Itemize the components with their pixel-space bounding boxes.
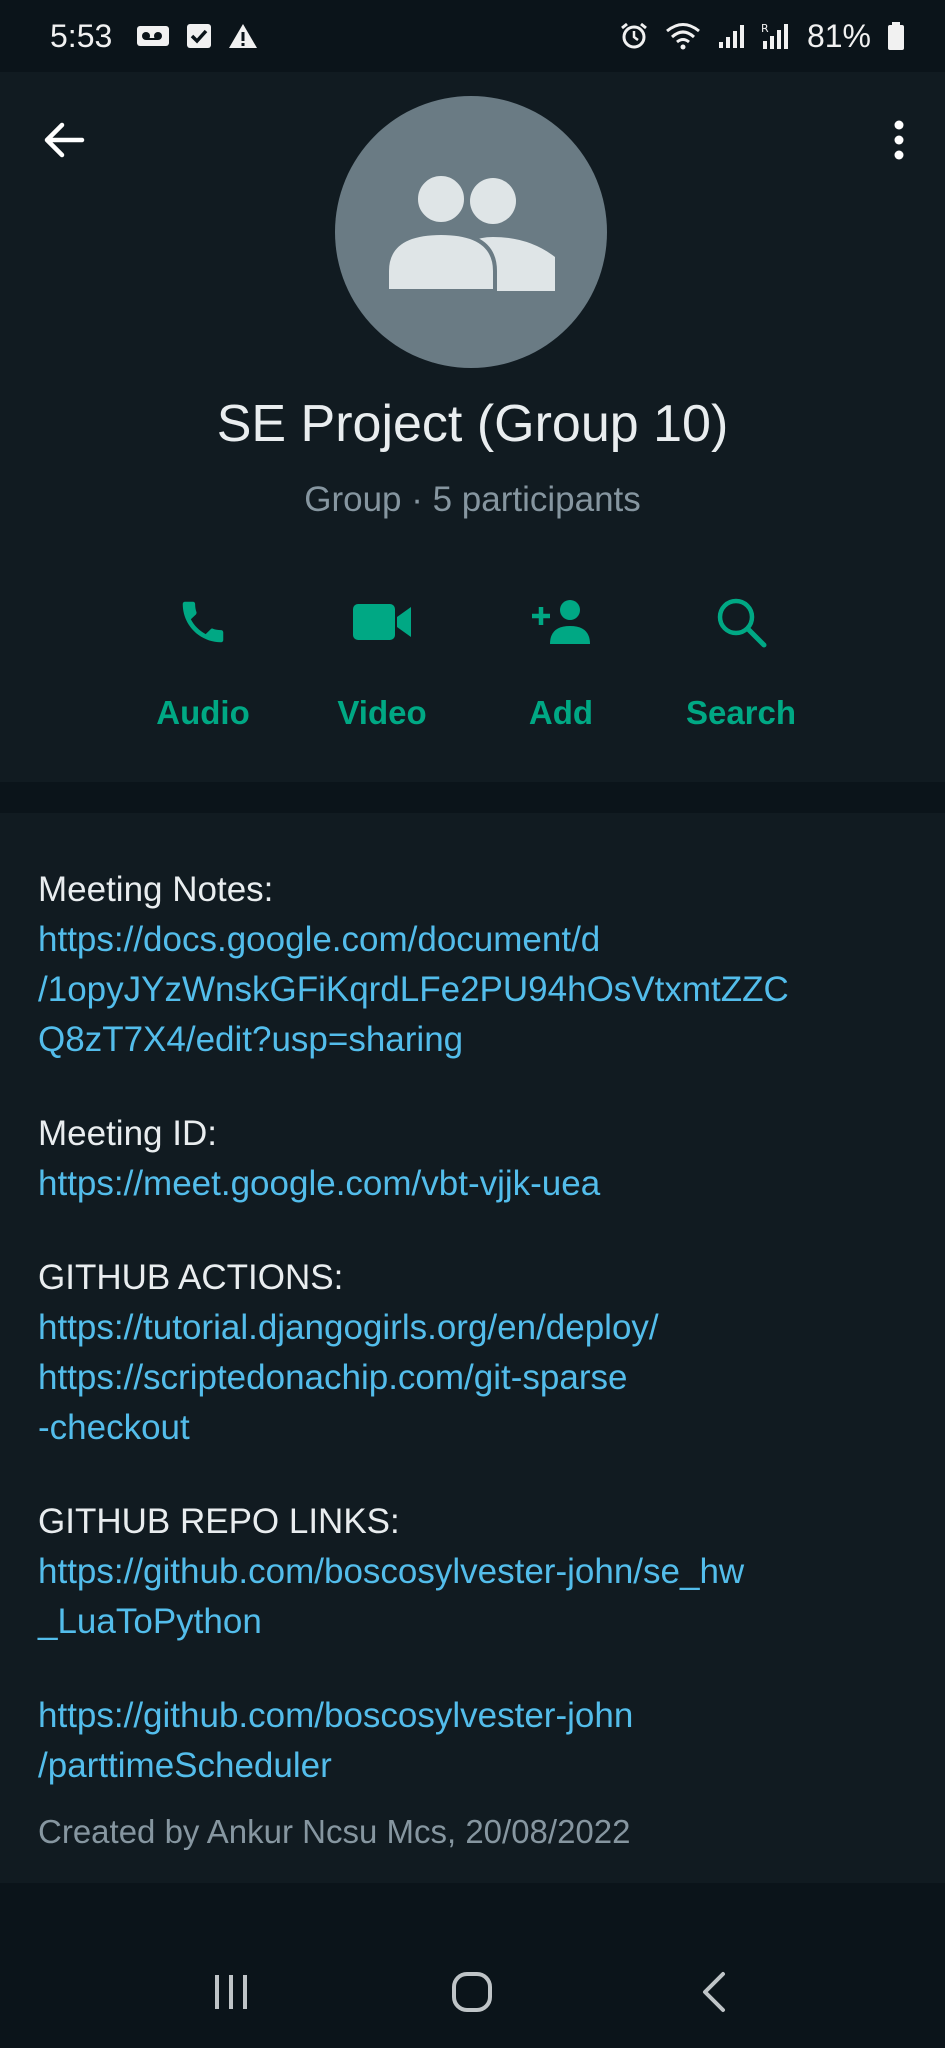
overflow-menu-button[interactable] xyxy=(881,114,917,166)
repo-link2-section: https://github.com/boscosylvester-john /… xyxy=(38,1691,907,1791)
scriptedonachip-link[interactable]: https://scriptedonachip.com/git-sparse -… xyxy=(38,1353,907,1453)
voicemail-icon xyxy=(136,23,170,49)
phone-icon xyxy=(182,601,224,643)
signal-roaming-icon: R xyxy=(761,21,791,51)
link-line: https://github.com/boscosylvester-john/s… xyxy=(38,1552,745,1591)
add-label: Add xyxy=(528,694,594,731)
link-line: /1opyJYzWnskGFiKqrdLFe2PU94hOsVtxmtZZC xyxy=(38,970,789,1009)
screen: 5:53 R 81% SE Project (Group 10) Group ·… xyxy=(0,0,945,2048)
repo-link-se-hw[interactable]: https://github.com/boscosylvester-john/s… xyxy=(38,1547,907,1647)
home-button[interactable] xyxy=(427,1952,517,2032)
video-call-button[interactable]: Video xyxy=(302,582,462,732)
group-icon xyxy=(385,173,555,291)
add-participant-button[interactable]: Add xyxy=(481,582,641,732)
link-line: -checkout xyxy=(38,1408,190,1447)
link-line: /parttimeScheduler xyxy=(38,1746,332,1785)
repo-link-parttime-scheduler[interactable]: https://github.com/boscosylvester-john /… xyxy=(38,1691,907,1791)
chevron-left-icon xyxy=(703,1972,726,2012)
meeting-id-label: Meeting ID: xyxy=(38,1114,217,1153)
meeting-notes-section: Meeting Notes: https://docs.google.com/d… xyxy=(38,865,907,1065)
more-vert-icon xyxy=(894,120,904,160)
group-title: SE Project (Group 10) xyxy=(216,395,729,453)
link-line: https://github.com/boscosylvester-john xyxy=(38,1696,634,1735)
add-person-icon xyxy=(532,600,590,644)
action-row: Audio Video Add Search xyxy=(0,582,945,732)
github-actions-section: GITHUB ACTIONS: https://tutorial.djangog… xyxy=(38,1253,907,1453)
github-repo-label: GITHUB REPO LINKS: xyxy=(38,1502,400,1541)
system-back-button[interactable] xyxy=(669,1952,759,2032)
created-by-text: Created by Ankur Ncsu Mcs, 20/08/2022 xyxy=(38,1813,631,1850)
status-time: 5:53 xyxy=(50,17,113,54)
meeting-notes-label: Meeting Notes: xyxy=(38,870,274,909)
search-label: Search xyxy=(685,694,797,731)
link-line: https://scriptedonachip.com/git-sparse xyxy=(38,1358,628,1397)
wifi-icon xyxy=(665,22,701,50)
recents-icon xyxy=(214,1975,247,2009)
search-button[interactable]: Search xyxy=(661,582,821,732)
svg-text:R: R xyxy=(761,22,769,35)
status-bar: 5:53 R 81% xyxy=(0,0,945,72)
battery-percent: 81% xyxy=(806,17,871,54)
battery-icon xyxy=(887,21,905,51)
alarm-icon xyxy=(619,21,649,51)
group-subtitle: Group · 5 participants xyxy=(304,480,641,519)
recent-apps-button[interactable] xyxy=(186,1952,276,2032)
video-label: Video xyxy=(337,694,427,731)
meeting-id-link[interactable]: https://meet.google.com/vbt-vjjk-uea xyxy=(38,1159,907,1209)
system-navigation-bar xyxy=(0,1936,945,2048)
checkbox-icon xyxy=(186,23,212,49)
warning-icon xyxy=(228,22,258,50)
group-info-header: SE Project (Group 10) Group · 5 particip… xyxy=(0,72,945,782)
video-icon xyxy=(353,604,411,640)
meeting-notes-link[interactable]: https://docs.google.com/document/d /1opy… xyxy=(38,915,907,1065)
back-button[interactable] xyxy=(38,114,90,166)
group-description[interactable]: Meeting Notes: https://docs.google.com/d… xyxy=(0,813,945,1883)
github-actions-label: GITHUB ACTIONS: xyxy=(38,1258,344,1297)
status-left: 5:53 xyxy=(50,18,258,55)
signal-icon xyxy=(717,22,745,50)
meeting-id-section: Meeting ID: https://meet.google.com/vbt-… xyxy=(38,1109,907,1209)
group-avatar[interactable] xyxy=(335,96,607,368)
github-repo-section: GITHUB REPO LINKS: https://github.com/bo… xyxy=(38,1497,907,1647)
search-icon xyxy=(717,598,767,648)
arrow-back-icon xyxy=(44,122,85,158)
audio-call-button[interactable]: Audio xyxy=(123,582,283,732)
djangogirls-link[interactable]: https://tutorial.djangogirls.org/en/depl… xyxy=(38,1303,907,1353)
status-right: R 81% xyxy=(619,18,905,55)
home-icon xyxy=(452,1972,493,2012)
link-line: https://docs.google.com/document/d xyxy=(38,920,601,959)
link-line: Q8zT7X4/edit?usp=sharing xyxy=(38,1020,464,1059)
audio-label: Audio xyxy=(156,694,250,731)
link-line: _LuaToPython xyxy=(38,1602,262,1641)
